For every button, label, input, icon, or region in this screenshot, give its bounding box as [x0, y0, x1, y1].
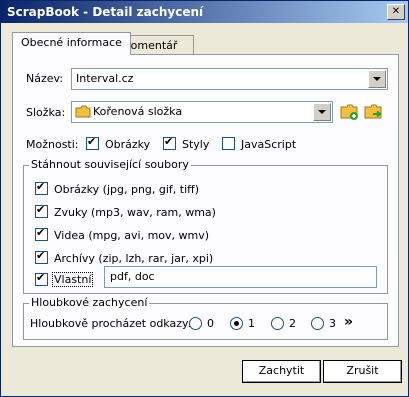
- download-custom-label: Vlastní: [52, 272, 94, 287]
- depth-radio-0[interactable]: [189, 317, 202, 330]
- cancel-button[interactable]: Zrušit: [323, 360, 402, 383]
- depth-group: Hloubkové zachycení Hloubkově procházet …: [23, 296, 388, 340]
- folder-value: Kořenová složka: [93, 105, 183, 118]
- download-sounds-checkbox[interactable]: [35, 203, 48, 218]
- chevron-down-icon[interactable]: [313, 103, 331, 121]
- new-folder-button[interactable]: [340, 103, 360, 121]
- depth-radio-3[interactable]: [311, 317, 324, 330]
- download-group-title: Stáhnout související soubory: [29, 158, 191, 171]
- download-images-checkbox[interactable]: [35, 180, 48, 195]
- move-folder-button[interactable]: [364, 103, 384, 121]
- download-videos-label: Videa (mpg, avi, mov, wmv): [54, 229, 210, 242]
- depth-label: Hloubkově procházet odkazy:: [30, 317, 192, 330]
- download-archives-checkbox[interactable]: [35, 249, 48, 264]
- custom-extensions-input[interactable]: pdf, doc: [104, 266, 377, 288]
- option-images-label: Obrázky: [105, 138, 151, 151]
- option-javascript-label: JavaScript: [241, 138, 297, 151]
- option-styles-checkbox[interactable]: [163, 135, 176, 150]
- name-value: Interval.cz: [76, 72, 134, 85]
- depth-option-1: 1: [248, 317, 255, 330]
- depth-option-0: 0: [207, 317, 214, 330]
- download-images-label: Obrázky (jpg, png, gif, tiff): [54, 183, 200, 196]
- download-videos-checkbox[interactable]: [35, 226, 48, 241]
- download-custom-checkbox[interactable]: [35, 271, 48, 286]
- name-combobox[interactable]: Interval.cz: [71, 68, 388, 90]
- download-archives-label: Archívy (zip, lzh, rar, jar, xpi): [54, 252, 214, 265]
- folder-label: Složka:: [26, 106, 66, 119]
- option-styles-label: Styly: [182, 138, 210, 151]
- depth-option-3: 3: [329, 317, 336, 330]
- option-images-checkbox[interactable]: [86, 135, 99, 150]
- tab-panel-general: Název: Interval.cz Složka: Kořenová slož…: [12, 54, 399, 347]
- dialog-window: ScrapBook - Detail zachycení ✕ Obecné in…: [0, 0, 409, 397]
- download-sounds-label: Zvuky (mp3, wav, ram, wma): [54, 206, 216, 219]
- title-bar[interactable]: ScrapBook - Detail zachycení ✕: [1, 1, 408, 23]
- close-button[interactable]: ✕: [387, 4, 405, 20]
- depth-option-2: 2: [289, 317, 296, 330]
- window-title: ScrapBook - Detail zachycení: [7, 5, 204, 19]
- new-folder-icon: [340, 104, 358, 120]
- option-javascript-checkbox[interactable]: [222, 137, 235, 150]
- download-group: Stáhnout související soubory Obrázky (jp…: [23, 158, 388, 294]
- options-label: Možnosti:: [26, 138, 79, 151]
- capture-button[interactable]: Zachytit: [242, 360, 321, 383]
- folder-icon: [75, 105, 91, 118]
- depth-radio-2[interactable]: [271, 317, 284, 330]
- folder-arrow-icon: [364, 104, 382, 119]
- tab-general[interactable]: Obecné informace: [12, 32, 131, 55]
- chevron-down-icon[interactable]: [368, 70, 386, 88]
- custom-extensions-value: pdf, doc: [110, 270, 155, 283]
- folder-combobox[interactable]: Kořenová složka: [71, 101, 333, 123]
- depth-radio-1[interactable]: [230, 317, 243, 330]
- more-depth-button[interactable]: »: [344, 314, 353, 330]
- name-label: Název:: [26, 72, 64, 85]
- depth-group-title: Hloubkové zachycení: [29, 296, 150, 309]
